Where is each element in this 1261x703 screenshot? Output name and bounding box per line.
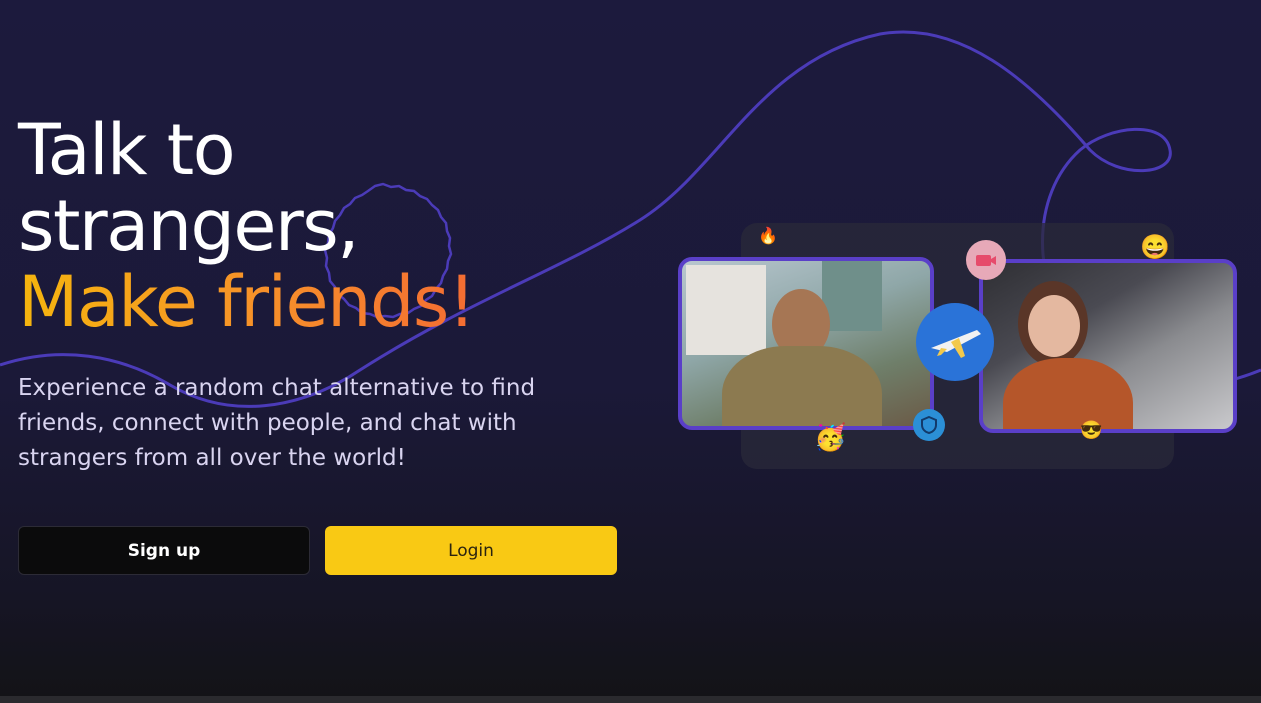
- party-emoji: 🥳: [814, 422, 847, 452]
- signup-button[interactable]: Sign up: [18, 526, 310, 575]
- building-shape: [822, 261, 882, 331]
- headline-accent: Make friends!: [18, 264, 638, 340]
- shield-icon: [913, 409, 945, 441]
- fire-emoji: 🔥: [758, 228, 778, 245]
- man-body: [722, 346, 882, 426]
- woman-face: [1028, 295, 1080, 357]
- headline-line-1: Talk to: [18, 109, 236, 191]
- headline-line-2: strangers,: [18, 185, 359, 267]
- hero-section: Talk to strangers, Make friends!: [18, 112, 638, 340]
- video-badge-icon: [966, 240, 1006, 280]
- grinning-emoji: 😄: [1140, 234, 1170, 261]
- hero-subtitle: Experience a random chat alternative to …: [18, 375, 536, 471]
- bottom-edge-bar: [0, 696, 1261, 703]
- video-call-photo-right: [979, 259, 1237, 433]
- airplane-globe-icon: [916, 303, 994, 381]
- login-button[interactable]: Login: [325, 526, 617, 575]
- hero-headline: Talk to strangers, Make friends!: [18, 112, 638, 340]
- building-shape: [686, 265, 766, 355]
- woman-body: [1003, 358, 1133, 429]
- video-call-photo-left: [678, 257, 934, 430]
- sunglasses-emoji: 😎: [1080, 420, 1103, 440]
